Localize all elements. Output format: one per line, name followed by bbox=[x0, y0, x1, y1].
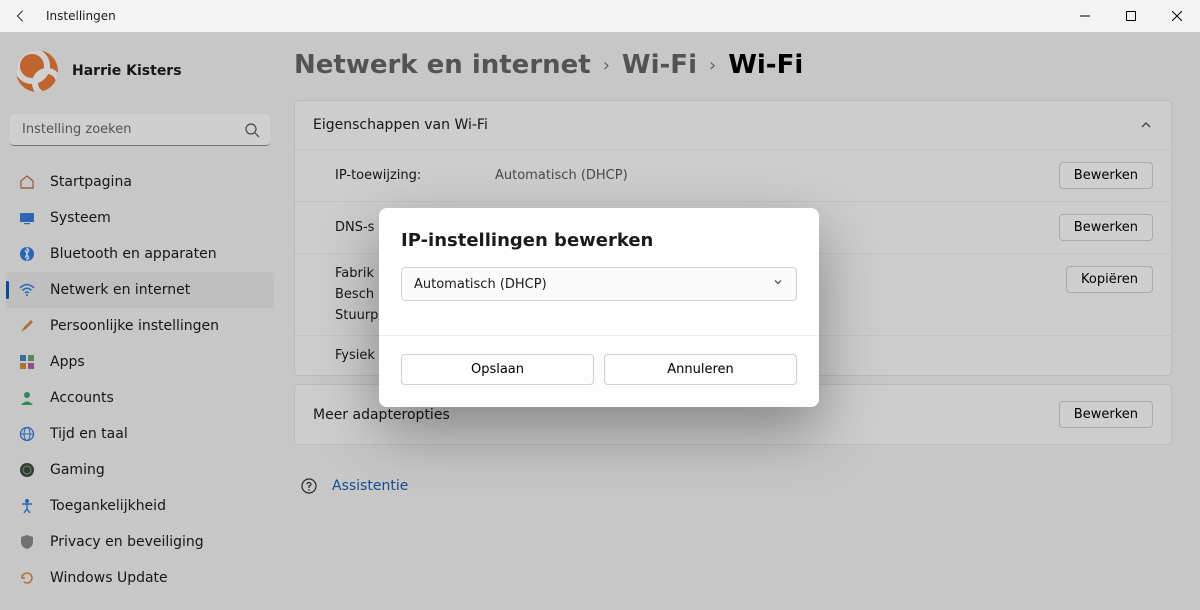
property-label-clipped: Fabrik bbox=[335, 266, 378, 281]
globe-icon bbox=[18, 425, 36, 443]
edit-dns-button[interactable]: Bewerken bbox=[1059, 214, 1153, 241]
help-section: Assistentie bbox=[294, 453, 1172, 519]
gaming-icon bbox=[18, 461, 36, 479]
sidebar-item-label: Persoonlijke instellingen bbox=[50, 318, 219, 334]
window-title: Instellingen bbox=[46, 9, 116, 23]
minimize-button[interactable] bbox=[1062, 0, 1108, 32]
select-value: Automatisch (DHCP) bbox=[414, 277, 547, 292]
system-icon bbox=[18, 209, 36, 227]
property-value: Automatisch (DHCP) bbox=[495, 168, 1059, 183]
chevron-right-icon: › bbox=[709, 55, 716, 76]
sidebar-item-accessibility[interactable]: Toegankelijkheid bbox=[6, 488, 274, 524]
sidebar-item-label: Accounts bbox=[50, 390, 114, 406]
bluetooth-icon bbox=[18, 245, 36, 263]
title-bar: Instellingen bbox=[0, 0, 1200, 32]
save-button[interactable]: Opslaan bbox=[401, 354, 594, 385]
sidebar-item-label: Startpagina bbox=[50, 174, 132, 190]
profile[interactable]: Harrie Kisters bbox=[6, 32, 274, 114]
sidebar-item-label: Tijd en taal bbox=[50, 426, 128, 442]
property-row-ip: IP-toewijzing: Automatisch (DHCP) Bewerk… bbox=[295, 149, 1171, 201]
sidebar: Harrie Kisters Startpagina Systeem Bluet… bbox=[0, 32, 280, 610]
property-label: IP-toewijzing: bbox=[335, 168, 495, 183]
sidebar-item-label: Bluetooth en apparaten bbox=[50, 246, 217, 262]
back-button[interactable] bbox=[14, 9, 28, 23]
help-icon bbox=[300, 477, 318, 495]
search-icon bbox=[244, 122, 260, 138]
sidebar-item-apps[interactable]: Apps bbox=[6, 344, 274, 380]
sidebar-item-home[interactable]: Startpagina bbox=[6, 164, 274, 200]
search-box bbox=[10, 114, 270, 146]
chevron-right-icon: › bbox=[603, 55, 610, 76]
brush-icon bbox=[18, 317, 36, 335]
adapter-label: Meer adapteropties bbox=[313, 407, 450, 423]
sidebar-nav: Startpagina Systeem Bluetooth en apparat… bbox=[6, 158, 274, 596]
sidebar-item-accounts[interactable]: Accounts bbox=[6, 380, 274, 416]
avatar bbox=[16, 50, 58, 92]
modal-title: IP-instellingen bewerken bbox=[401, 230, 797, 251]
sidebar-item-personalization[interactable]: Persoonlijke instellingen bbox=[6, 308, 274, 344]
sidebar-item-label: Apps bbox=[50, 354, 85, 370]
ip-settings-modal: IP-instellingen bewerken Automatisch (DH… bbox=[379, 208, 819, 407]
window-controls bbox=[1062, 0, 1200, 32]
sidebar-item-network[interactable]: Netwerk en internet bbox=[6, 272, 274, 308]
cancel-button[interactable]: Annuleren bbox=[604, 354, 797, 385]
home-icon bbox=[18, 173, 36, 191]
accessibility-icon bbox=[18, 497, 36, 515]
shield-icon bbox=[18, 533, 36, 551]
title-bar-left: Instellingen bbox=[14, 9, 116, 23]
property-label-clipped: Besch bbox=[335, 287, 378, 302]
sidebar-item-gaming[interactable]: Gaming bbox=[6, 452, 274, 488]
accounts-icon bbox=[18, 389, 36, 407]
sidebar-item-label: Privacy en beveiliging bbox=[50, 534, 204, 550]
copy-button[interactable]: Kopiëren bbox=[1066, 266, 1153, 293]
sidebar-item-label: Netwerk en internet bbox=[50, 282, 190, 298]
search-input[interactable] bbox=[10, 114, 270, 146]
maximize-button[interactable] bbox=[1108, 0, 1154, 32]
sidebar-item-label: Gaming bbox=[50, 462, 105, 478]
card-header[interactable]: Eigenschappen van Wi-Fi bbox=[295, 101, 1171, 149]
sidebar-item-label: Toegankelijkheid bbox=[50, 498, 166, 514]
ip-mode-select[interactable]: Automatisch (DHCP) bbox=[401, 267, 797, 301]
chevron-up-icon bbox=[1139, 118, 1153, 132]
adapter-edit-button[interactable]: Bewerken bbox=[1059, 401, 1153, 428]
update-icon bbox=[18, 569, 36, 587]
profile-name: Harrie Kisters bbox=[72, 63, 182, 79]
chevron-down-icon bbox=[772, 276, 784, 292]
sidebar-item-label: Windows Update bbox=[50, 570, 168, 586]
edit-ip-button[interactable]: Bewerken bbox=[1059, 162, 1153, 189]
breadcrumb-link-2[interactable]: Wi-Fi bbox=[622, 50, 697, 80]
breadcrumb: Netwerk en internet › Wi-Fi › Wi-Fi bbox=[294, 50, 1172, 80]
sidebar-item-system[interactable]: Systeem bbox=[6, 200, 274, 236]
sidebar-item-label: Systeem bbox=[50, 210, 111, 226]
breadcrumb-link-1[interactable]: Netwerk en internet bbox=[294, 50, 591, 80]
sidebar-item-windows-update[interactable]: Windows Update bbox=[6, 560, 274, 596]
close-button[interactable] bbox=[1154, 0, 1200, 32]
sidebar-item-time-language[interactable]: Tijd en taal bbox=[6, 416, 274, 452]
property-label-clipped: Stuurp bbox=[335, 308, 378, 323]
sidebar-item-privacy[interactable]: Privacy en beveiliging bbox=[6, 524, 274, 560]
wifi-icon bbox=[18, 281, 36, 299]
apps-icon bbox=[18, 353, 36, 371]
sidebar-item-bluetooth[interactable]: Bluetooth en apparaten bbox=[6, 236, 274, 272]
help-link[interactable]: Assistentie bbox=[332, 478, 408, 494]
breadcrumb-current: Wi-Fi bbox=[728, 50, 803, 80]
card-title: Eigenschappen van Wi-Fi bbox=[313, 117, 488, 133]
